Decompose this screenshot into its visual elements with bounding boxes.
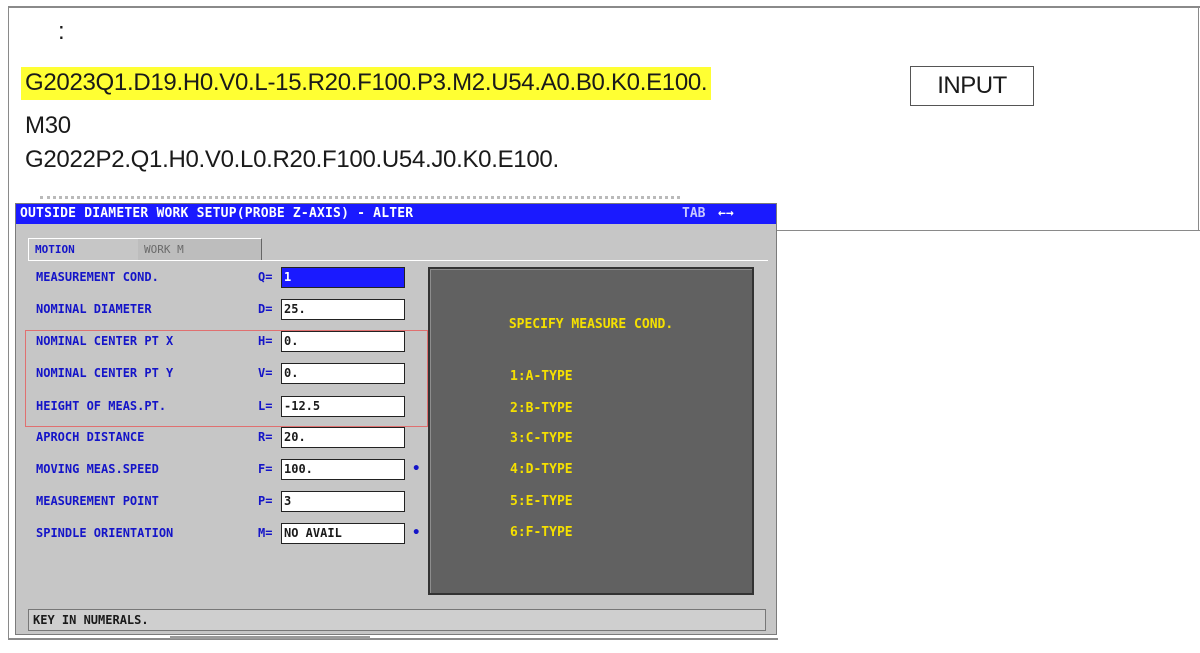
param-code: Q= (258, 270, 273, 284)
document-frame-left (8, 6, 9, 638)
help-option-f-type: 6:F-TYPE (510, 525, 573, 540)
param-label: MEASUREMENT POINT (36, 494, 159, 508)
param-label: MEASUREMENT COND. (36, 270, 159, 284)
status-message: KEY IN NUMERALS. (28, 609, 766, 631)
help-option-d-type: 4:D-TYPE (510, 462, 573, 477)
document-frame-right (1198, 6, 1199, 230)
param-code: M= (258, 526, 273, 540)
help-option-c-type: 3:C-TYPE (510, 431, 573, 446)
help-option-a-type: 1:A-TYPE (510, 369, 573, 384)
param-input[interactable]: 3 (281, 491, 405, 512)
param-input[interactable]: 1 (281, 267, 405, 288)
help-option-b-type: 2:B-TYPE (510, 401, 573, 416)
highlight-box (25, 330, 428, 427)
work-setup-dialog: OUTSIDE DIAMETER WORK SETUP(PROBE Z-AXIS… (15, 203, 777, 635)
option-marker-icon: • (412, 461, 421, 477)
param-code: R= (258, 430, 273, 444)
param-code: F= (258, 462, 273, 476)
document-frame-divider (776, 230, 1200, 231)
dialog-title-bar: OUTSIDE DIAMETER WORK SETUP(PROBE Z-AXIS… (16, 204, 776, 224)
document-frame-top (8, 6, 1200, 8)
param-label: SPINDLE ORIENTATION (36, 526, 174, 540)
param-label: MOVING MEAS.SPEED (36, 462, 159, 476)
param-code: D= (258, 302, 273, 316)
help-option-e-type: 5:E-TYPE (510, 494, 573, 509)
tab-motion[interactable]: MOTION (28, 238, 138, 260)
program-line-highlighted[interactable]: G2023Q1.D19.H0.V0.L-15.R20.F100.P3.M2.U5… (21, 67, 712, 100)
help-panel: SPECIFY MEASURE COND. 1:A-TYPE 2:B-TYPE … (428, 267, 754, 595)
tab-hint-label: TAB (682, 206, 706, 221)
help-title: SPECIFY MEASURE COND. (508, 317, 674, 332)
input-button[interactable]: INPUT (910, 66, 1034, 106)
dialog-title: OUTSIDE DIAMETER WORK SETUP(PROBE Z-AXIS… (20, 206, 414, 221)
tab-work-m[interactable]: WORK M (138, 238, 262, 260)
param-input[interactable]: 25. (281, 299, 405, 320)
program-line[interactable]: G2022P2.Q1.H0.V0.L0.R20.F100.U54.J0.K0.E… (25, 146, 559, 174)
param-input[interactable]: NO AVAIL (281, 523, 405, 544)
document-frame-bottom (8, 638, 778, 640)
param-input[interactable]: 20. (281, 427, 405, 448)
param-label: APROCH DISTANCE (36, 430, 145, 444)
param-code: P= (258, 494, 273, 508)
param-input[interactable]: 100. (281, 459, 405, 480)
program-colon: : (58, 18, 65, 45)
program-line[interactable]: M30 (25, 112, 71, 140)
horizontal-scrollbar[interactable] (170, 636, 370, 639)
param-label: NOMINAL DIAMETER (36, 302, 152, 316)
tab-arrows-icon: ←→ (718, 206, 734, 221)
option-marker-icon: • (412, 525, 421, 541)
tab-divider (28, 260, 768, 261)
